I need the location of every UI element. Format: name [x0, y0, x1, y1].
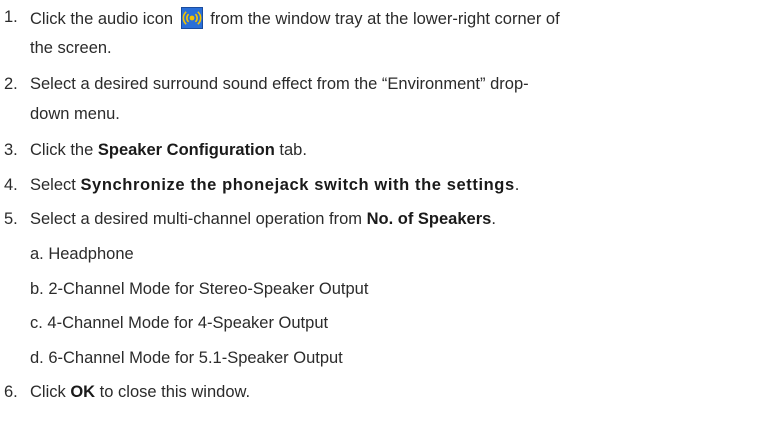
step-text: Click the audio icon	[30, 10, 174, 28]
button-name: OK	[70, 383, 96, 401]
step-number: 2.	[4, 75, 18, 93]
step-number: 4.	[4, 176, 18, 194]
step-number: 1.	[4, 8, 18, 26]
step-number: 5.	[4, 210, 18, 228]
audio-tray-icon	[180, 7, 203, 29]
setting-name: No. of Speakers	[366, 210, 492, 228]
tab-name: Speaker Configuration	[97, 141, 275, 159]
step-text: from the window tray at the lower-right …	[210, 10, 560, 28]
step-text: Select a desired surround sound effect f…	[30, 75, 529, 93]
step-number: 3.	[4, 141, 18, 159]
option-name: Synchronize the phonejack switch with th…	[80, 176, 515, 194]
step-number: 6.	[4, 383, 18, 401]
